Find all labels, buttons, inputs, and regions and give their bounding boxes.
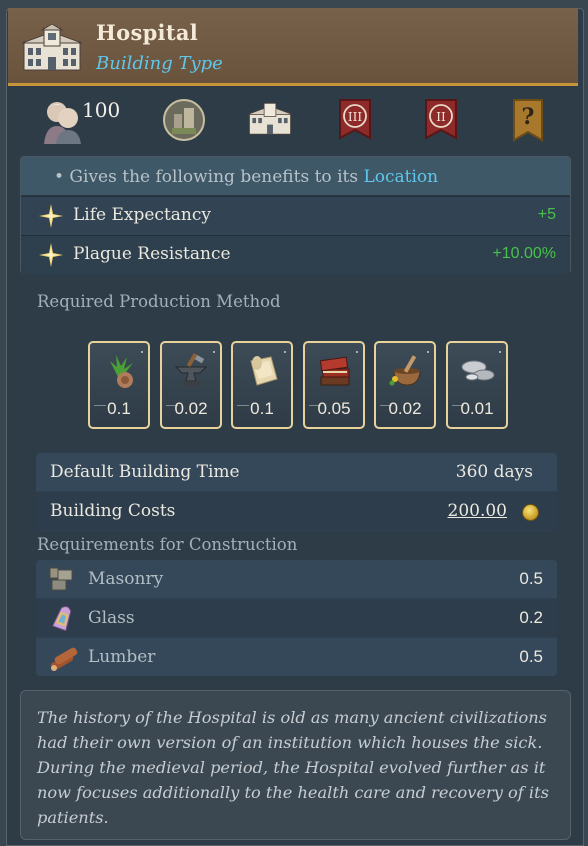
building-time-row: Default Building Time 360 days: [36, 453, 557, 491]
production-amount: 0.02: [174, 399, 208, 418]
requirement-value: 0.5: [519, 647, 543, 666]
building-title: Hospital: [96, 20, 199, 45]
production-item-books[interactable]: 0.05: [303, 341, 365, 429]
building-costs-row: Building Costs 200.00: [36, 492, 557, 530]
build-info-panel: Default Building Time 360 days Building …: [36, 453, 557, 531]
anvil-tools-icon: [174, 352, 208, 386]
rank-II-label: II: [436, 110, 446, 124]
benefit-value: +10.00%: [492, 245, 556, 262]
benefits-panel: • Gives the following benefits to its Lo…: [20, 156, 571, 274]
star-bonus-icon: [39, 204, 63, 228]
production-item-medicine[interactable]: 0.02: [374, 341, 436, 429]
requirement-value: 0.5: [519, 569, 543, 588]
medicine-mortar-icon: [389, 355, 421, 386]
herbs-icon: [110, 355, 133, 388]
summary-icon-row: 100 III II ?: [8, 92, 578, 152]
benefits-intro: • Gives the following benefits to its Lo…: [21, 157, 570, 195]
building-time-label: Default Building Time: [50, 462, 240, 482]
requirement-row-lumber[interactable]: Lumber 0.5: [36, 638, 557, 676]
production-amount: 0.02: [388, 399, 422, 418]
masonry-icon: [49, 567, 73, 591]
production-amount: 0.1: [107, 399, 131, 418]
requirement-label: Lumber: [88, 647, 156, 667]
gold-coin-icon: [522, 504, 539, 521]
production-item-paper[interactable]: 0.1: [231, 341, 293, 429]
description-panel: The history of the Hospital is old as ma…: [20, 690, 571, 840]
glass-icon: [51, 605, 72, 632]
question-label: ?: [522, 104, 535, 130]
location-link[interactable]: Location: [363, 167, 438, 187]
population-icon[interactable]: [42, 98, 82, 148]
hospital-building-icon: [22, 24, 82, 71]
benefit-row-life-expectancy: Life Expectancy +5: [21, 196, 570, 235]
benefits-intro-text: • Gives the following benefits to its: [54, 167, 364, 187]
tooltip-header: Hospital Building Type: [8, 8, 578, 86]
requirement-label: Glass: [88, 608, 135, 628]
rank-III-label: III: [348, 110, 362, 124]
production-amount: 0.01: [460, 399, 494, 418]
population-value: 100: [82, 98, 121, 122]
star-bonus-icon: [39, 243, 63, 267]
rank-III-banner-icon[interactable]: III: [338, 98, 372, 148]
hospital-icon[interactable]: [247, 98, 293, 142]
description-text: The history of the Hospital is old as ma…: [37, 708, 549, 827]
rank-II-banner-icon[interactable]: II: [424, 98, 458, 148]
paper-cloth-icon: [250, 356, 278, 386]
production-item-tools[interactable]: 0.02: [160, 341, 222, 429]
building-costs-value[interactable]: 200.00: [448, 501, 507, 521]
castle-town-icon[interactable]: [162, 98, 206, 146]
benefit-value: +5: [537, 206, 556, 223]
building-time-value: 360 days: [455, 462, 533, 482]
requirements-title: Requirements for Construction: [37, 535, 298, 554]
benefit-label: Plague Resistance: [73, 244, 231, 264]
books-icon: [319, 356, 350, 386]
building-type-link[interactable]: Building Type: [96, 53, 223, 74]
unknown-question-banner-icon[interactable]: ?: [512, 98, 546, 148]
production-method-title: Required Production Method: [37, 292, 281, 311]
silver-metal-icon: [461, 360, 495, 381]
benefit-row-plague-resistance: Plague Resistance +10.00%: [21, 235, 570, 274]
requirements-panel: Masonry 0.5 Glass 0.2 Lumber 0.5: [36, 560, 557, 676]
building-costs-label: Building Costs: [50, 501, 176, 521]
requirement-row-masonry[interactable]: Masonry 0.5: [36, 560, 557, 598]
production-item-herbs[interactable]: 0.1: [88, 341, 150, 429]
production-amount: 0.05: [317, 399, 351, 418]
production-amount: 0.1: [250, 399, 274, 418]
benefit-label: Life Expectancy: [73, 205, 211, 225]
requirement-label: Masonry: [88, 569, 164, 589]
production-item-silver[interactable]: 0.01: [446, 341, 508, 429]
requirement-row-glass[interactable]: Glass 0.2: [36, 599, 557, 637]
lumber-icon: [50, 647, 78, 671]
requirement-value: 0.2: [519, 608, 543, 627]
